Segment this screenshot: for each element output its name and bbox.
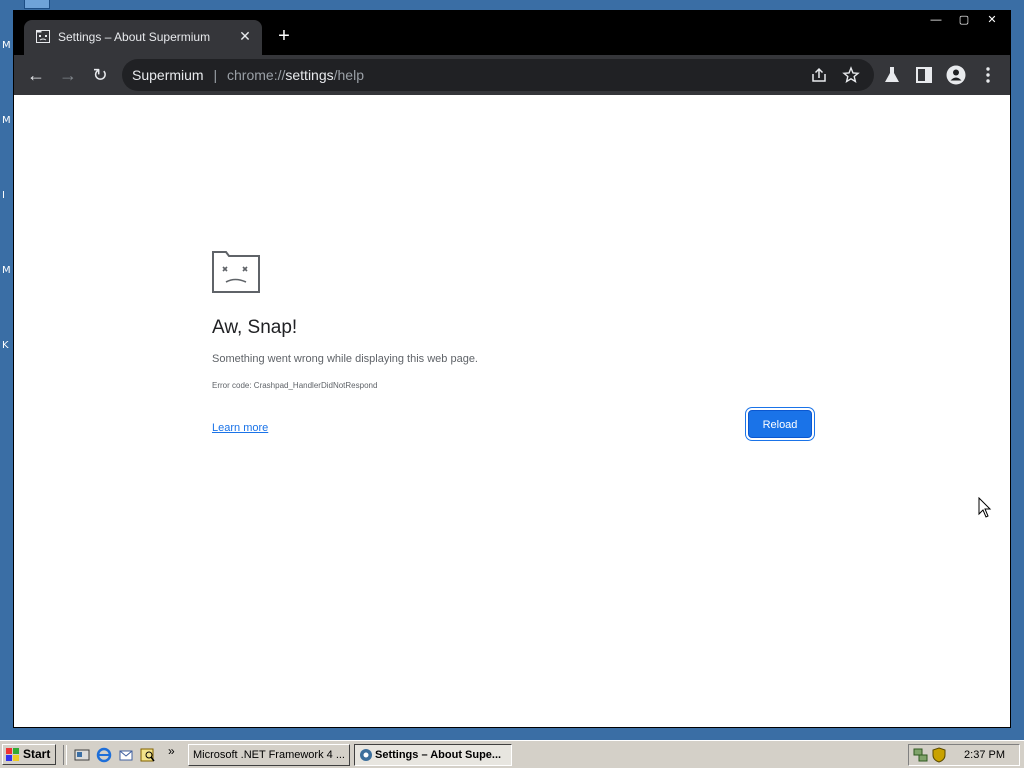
desktop-icon-label[interactable]: I — [2, 190, 5, 201]
side-panel-icon[interactable] — [914, 65, 934, 85]
browser-window: Settings – About Supermium ✕ + — ▢ ✕ ← →… — [13, 10, 1011, 728]
address-separator: | — [213, 67, 218, 83]
crash-message: Something went wrong while displaying th… — [212, 353, 478, 365]
desktop-icon[interactable] — [24, 0, 50, 9]
show-desktop-icon[interactable] — [74, 747, 90, 763]
desktop-icons-edge: M M I M K — [0, 0, 14, 740]
address-text[interactable]: Supermium | chrome://settings/help — [132, 67, 364, 83]
tab-title: Settings – About Supermium — [58, 30, 211, 44]
reload-page-button[interactable]: Reload — [748, 410, 812, 438]
crash-title: Aw, Snap! — [212, 317, 298, 338]
network-icon[interactable] — [913, 747, 929, 763]
desktop-icon-label[interactable]: K — [2, 340, 9, 351]
start-label: Start — [23, 747, 51, 761]
bookmark-star-icon[interactable] — [842, 66, 860, 84]
desktop-icon-label[interactable]: M — [2, 265, 11, 276]
new-tab-button[interactable]: + — [272, 26, 296, 50]
security-shield-icon[interactable] — [931, 747, 947, 763]
share-icon[interactable] — [810, 66, 828, 84]
system-tray: 2:37 PM — [908, 744, 1020, 766]
outlook-express-icon[interactable] — [118, 747, 134, 763]
taskbar-item-supermium[interactable]: Settings – About Supe... — [354, 744, 512, 766]
desktop-icon-label[interactable]: M — [2, 40, 11, 51]
site-name: Supermium — [132, 67, 204, 83]
labs-flask-icon[interactable] — [882, 65, 902, 85]
sad-tab-icon — [36, 30, 50, 43]
page-content: Aw, Snap! Something went wrong while dis… — [14, 95, 1010, 727]
supermium-app-icon — [360, 749, 372, 761]
minimize-button[interactable]: — — [924, 11, 948, 29]
tab-strip: Settings – About Supermium ✕ + — ▢ ✕ — [14, 11, 1010, 55]
reload-button[interactable]: ↻ — [88, 63, 112, 87]
quick-launch-separator — [63, 745, 67, 765]
clock[interactable]: 2:37 PM — [964, 749, 1005, 761]
windows-logo-icon — [6, 748, 19, 761]
url-path: /help — [333, 67, 364, 83]
maximize-button[interactable]: ▢ — [952, 11, 976, 29]
sad-tab-icon — [212, 251, 260, 293]
tab-settings-about[interactable]: Settings – About Supermium ✕ — [24, 20, 262, 55]
taskbar-item-label: Settings – About Supe... — [375, 749, 502, 761]
menu-kebab-icon[interactable] — [978, 65, 998, 85]
browser-toolbar: ← → ↻ Supermium | chrome://settings/help — [14, 55, 1010, 95]
search-icon[interactable] — [140, 747, 156, 763]
window-controls: — ▢ ✕ — [920, 11, 1004, 29]
profile-avatar-icon[interactable] — [946, 65, 966, 85]
taskbar-item-dotnet[interactable]: Microsoft .NET Framework 4 ... — [188, 744, 350, 766]
learn-more-link[interactable]: Learn more — [212, 422, 268, 434]
url-scheme: chrome:// — [227, 67, 286, 83]
tab-close-icon[interactable]: ✕ — [236, 27, 254, 45]
close-window-button[interactable]: ✕ — [980, 11, 1004, 29]
taskbar: Start » Microsoft .NET Framework 4 ... S… — [0, 740, 1024, 768]
url-host: settings — [285, 67, 334, 83]
address-bar[interactable]: Supermium | chrome://settings/help — [122, 59, 874, 91]
back-button[interactable]: ← — [24, 63, 48, 87]
forward-button[interactable]: → — [56, 63, 80, 87]
mouse-pointer-icon — [978, 497, 992, 518]
start-button[interactable]: Start — [2, 744, 56, 765]
error-code: Error code: Crashpad_HandlerDidNotRespon… — [212, 381, 378, 390]
quick-launch-chevron[interactable]: » — [168, 744, 175, 758]
internet-explorer-icon[interactable] — [96, 747, 112, 763]
desktop-icon-label[interactable]: M — [2, 115, 11, 126]
